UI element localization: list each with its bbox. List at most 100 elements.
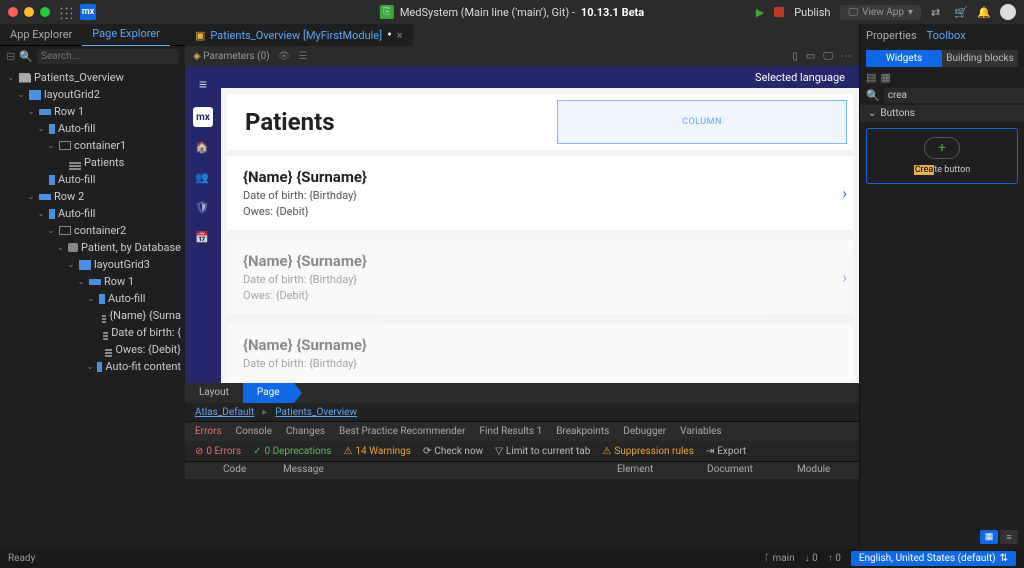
chevron-right-icon[interactable]: › [842,184,847,203]
cart-icon[interactable]: 🛒 [954,6,967,19]
tab-page-explorer[interactable]: Page Explorer [82,24,170,46]
list-item[interactable]: {Name} {Surname} Date of birth: {Birthda… [227,240,853,314]
chevron-icon[interactable]: ⌄ [56,243,65,252]
chevron-icon[interactable]: ⌄ [26,192,36,201]
stop-icon[interactable] [774,7,784,17]
close-tab-icon[interactable]: × [397,29,403,42]
panel-tab[interactable]: Best Practice Recommender [339,426,465,437]
breadcrumb-layout[interactable]: Layout [185,383,243,403]
user-avatar[interactable] [1000,4,1016,20]
chevron-right-icon[interactable]: › [842,268,847,287]
shield-icon[interactable]: 🛡 [195,201,211,217]
panel-tab[interactable]: Find Results 1 [479,426,542,437]
list-icon[interactable]: ▦ [880,71,890,84]
visibility-icon[interactable]: 👁 [278,51,291,62]
chevron-icon[interactable]: ⌄ [86,362,94,371]
tree-node[interactable]: Date of birth: { [0,324,185,341]
device-phone-icon[interactable]: ▯ [792,51,798,62]
list-view-icon[interactable]: ≡ [1000,530,1018,544]
document-tab[interactable]: ▣ Patients_Overview [MyFirstModule] • × [185,24,413,46]
tree-node[interactable]: ⌄Row 1 [0,103,185,120]
parameters-label[interactable]: Parameters (0) [193,51,270,62]
minimize-window-icon[interactable] [24,7,34,17]
toolbox-segment[interactable]: Widgets Building blocks [866,50,1018,67]
incoming-count[interactable]: ↓ 0 [805,553,818,564]
panel-tab[interactable]: Variables [680,426,721,437]
empty-column-placeholder[interactable]: COLUMN [557,100,847,144]
more-icon[interactable]: ⋯ [841,51,851,62]
tree-node[interactable]: ⌄layoutGrid2 [0,86,185,103]
panel-tab[interactable]: Debugger [623,426,666,437]
tree-node[interactable]: Auto-fill [0,171,185,188]
chevron-icon[interactable]: ⌄ [36,124,46,133]
tree-node[interactable]: ⌄container1 [0,137,185,154]
list-item[interactable]: {Name} {Surname} Date of birth: {Birthda… [227,156,853,230]
collapse-icon[interactable]: ⊟ [6,50,15,63]
toolbox-section-header[interactable]: ⌄ Buttons [860,105,1024,122]
tree-node[interactable]: ⌄Auto-fill [0,290,185,307]
panel-tab[interactable]: Breakpoints [556,426,609,437]
export-button[interactable]: ⇥ Export [706,446,746,457]
close-window-icon[interactable] [8,7,18,17]
tree-node[interactable]: ⌄container2 [0,222,185,239]
col-module[interactable]: Module [789,462,859,479]
hamburger-icon[interactable]: ≡ [199,76,207,93]
col-element[interactable]: Element [609,462,699,479]
col-code[interactable]: Code [215,462,275,479]
users-icon[interactable]: 👥 [195,171,211,187]
device-desktop-icon[interactable]: 🖵 [823,51,833,62]
breadcrumb-page-link[interactable]: Patients_Overview [275,407,357,418]
tab-properties[interactable]: Properties [866,29,917,42]
apps-grid-icon[interactable] [58,5,72,19]
tree-node[interactable]: ⌄Auto-fill [0,205,185,222]
device-tablet-icon[interactable]: ▭ [806,51,815,62]
suppression-button[interactable]: ⚠ Suppression rules [602,446,694,457]
chevron-icon[interactable]: ⌄ [46,226,56,235]
chevron-icon[interactable]: ⌄ [76,277,86,286]
language-selector[interactable]: English, United States (default) ⇅ [851,551,1016,566]
calendar-icon[interactable]: 📅 [195,231,211,247]
tree-node[interactable]: ⌄Patient, by Database [0,239,185,256]
publish-button[interactable]: Publish [794,6,830,19]
warnings-count[interactable]: ⚠ 14 Warnings [343,446,410,457]
bell-icon[interactable]: 🔔 [977,6,990,19]
grid-view-icon[interactable]: ▦ [980,530,998,544]
chevron-icon[interactable]: ⌄ [26,107,36,116]
col-document[interactable]: Document [699,462,789,479]
branch-indicator[interactable]: ᚴ main [764,553,795,564]
tree-node[interactable]: Owes: {Debit} [0,341,185,358]
errors-count[interactable]: ⊘ 0 Errors [195,446,241,457]
panel-tab[interactable]: Changes [286,426,325,437]
list-item[interactable]: {Name} {Surname} Date of birth: {Birthda… [227,324,853,382]
link-icon[interactable]: ⇄ [931,6,944,19]
panel-tab[interactable]: Console [236,426,272,437]
widget-create-button[interactable]: + Create button [866,128,1018,184]
tab-toolbox[interactable]: Toolbox [927,29,966,42]
chevron-icon[interactable]: ⌄ [16,90,26,99]
tree-node[interactable]: ⌄Auto-fill [0,120,185,137]
layout-icon[interactable]: ▤ [866,71,876,84]
chevron-icon[interactable]: ⌄ [36,209,46,218]
outgoing-count[interactable]: ↑ 0 [828,553,841,564]
col-message[interactable]: Message [275,462,609,479]
page-tree[interactable]: ⌄Patients_Overview⌄layoutGrid2⌄Row 1⌄Aut… [0,67,185,548]
toolbox-search-input[interactable] [884,88,1024,103]
title-row[interactable]: Patients COLUMN [227,94,853,150]
home-icon[interactable]: 🏠 [195,141,211,157]
chevron-icon[interactable]: ⌄ [66,260,76,269]
run-icon[interactable]: ▶ [756,6,764,19]
limit-tab-toggle[interactable]: ▽ Limit to current tab [495,446,590,457]
panel-tab[interactable]: Errors [195,426,222,437]
tree-node[interactable]: Patients [0,154,185,171]
tree-node[interactable]: {Name} {Surna [0,307,185,324]
chevron-icon[interactable]: ⌄ [46,141,56,150]
tree-node[interactable]: ⌄Row 1 [0,273,185,290]
settings-icon[interactable]: ☰ [298,51,307,62]
tree-node[interactable]: ⌄Auto-fit content [0,358,185,375]
tree-node[interactable]: ⌄Patients_Overview [0,69,185,86]
zoom-window-icon[interactable] [40,7,50,17]
chevron-icon[interactable]: ⌄ [86,294,96,303]
explorer-search-input[interactable] [37,49,179,64]
breadcrumb-page[interactable]: Page [243,383,294,403]
breadcrumb-atlas-link[interactable]: Atlas_Default [195,407,254,418]
